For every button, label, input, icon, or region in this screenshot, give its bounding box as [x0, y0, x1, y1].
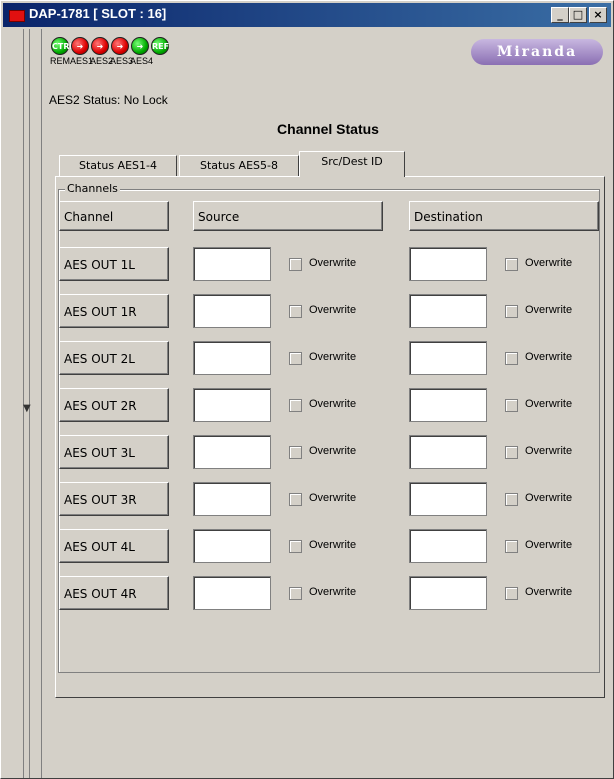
left-edge	[1, 29, 20, 778]
app-window: DAP-1781 [ SLOT : 16] _ □ × ▼ CTRL REM ➜ AE…	[0, 0, 614, 779]
destination-input[interactable]	[409, 435, 487, 469]
source-overwrite-checkbox[interactable]	[289, 493, 302, 506]
destination-input[interactable]	[409, 482, 487, 516]
source-overwrite-label: Overwrite	[309, 398, 357, 410]
source-input[interactable]	[193, 247, 271, 281]
channel-row-button[interactable]: AES OUT 1R	[59, 294, 169, 328]
channel-header-button[interactable]: Channel	[59, 201, 169, 231]
destination-input[interactable]	[409, 529, 487, 563]
channel-row-button[interactable]: AES OUT 4L	[59, 529, 169, 563]
source-overwrite-label: Overwrite	[309, 492, 357, 504]
status-led-1: ➜	[71, 37, 89, 55]
tab-panel: Channels Channel Source Destination AES …	[55, 176, 605, 698]
status-led-3: ➜	[111, 37, 129, 55]
destination-overwrite-checkbox[interactable]	[505, 258, 518, 271]
destination-overwrite-label: Overwrite	[525, 351, 573, 363]
destination-input[interactable]	[409, 294, 487, 328]
source-input[interactable]	[193, 435, 271, 469]
destination-input[interactable]	[409, 247, 487, 281]
maximize-button[interactable]: □	[569, 7, 587, 23]
source-input[interactable]	[193, 341, 271, 375]
destination-overwrite-label: Overwrite	[525, 539, 573, 551]
source-overwrite-label: Overwrite	[309, 257, 357, 269]
source-overwrite-checkbox[interactable]	[289, 587, 302, 600]
channel-row-button[interactable]: AES OUT 3L	[59, 435, 169, 469]
tab-status-aes5-8[interactable]: Status AES5-8	[179, 155, 299, 176]
source-input[interactable]	[193, 294, 271, 328]
channel-row-button[interactable]: AES OUT 2R	[59, 388, 169, 422]
source-overwrite-label: Overwrite	[309, 539, 357, 551]
destination-overwrite-label: Overwrite	[525, 586, 573, 598]
tab-status-aes1-4[interactable]: Status AES1-4	[59, 155, 177, 176]
destination-overwrite-checkbox[interactable]	[505, 493, 518, 506]
channels-group: Channels Channel Source Destination AES …	[58, 182, 600, 673]
destination-overwrite-label: Overwrite	[525, 257, 573, 269]
source-overwrite-checkbox[interactable]	[289, 399, 302, 412]
source-input[interactable]	[193, 388, 271, 422]
led-label: REM	[50, 56, 70, 66]
miranda-logo: Miranda	[471, 39, 603, 65]
app-icon	[9, 10, 25, 22]
status-led-5: REF	[151, 37, 169, 55]
source-overwrite-checkbox[interactable]	[289, 305, 302, 318]
source-input[interactable]	[193, 576, 271, 610]
channel-row-button[interactable]: AES OUT 4R	[59, 576, 169, 610]
destination-overwrite-checkbox[interactable]	[505, 587, 518, 600]
source-overwrite-checkbox[interactable]	[289, 352, 302, 365]
destination-overwrite-checkbox[interactable]	[505, 446, 518, 459]
source-overwrite-checkbox[interactable]	[289, 540, 302, 553]
collapse-arrow-icon[interactable]: ▼	[23, 403, 31, 414]
destination-overwrite-checkbox[interactable]	[505, 399, 518, 412]
source-input[interactable]	[193, 482, 271, 516]
destination-overwrite-label: Overwrite	[525, 304, 573, 316]
minimize-button[interactable]: _	[551, 7, 569, 23]
source-input[interactable]	[193, 529, 271, 563]
destination-overwrite-checkbox[interactable]	[505, 540, 518, 553]
destination-input[interactable]	[409, 341, 487, 375]
destination-input[interactable]	[409, 576, 487, 610]
channel-row-button[interactable]: AES OUT 1L	[59, 247, 169, 281]
tab-src-dest-id[interactable]: Src/Dest ID	[299, 151, 405, 177]
main-content: CTRL REM ➜ AES1 ➜ AES2 ➜ AES3 ➜ AES4 REF Miranda A…	[45, 29, 611, 778]
aes-status-text: AES2 Status: No Lock	[49, 93, 168, 107]
source-overwrite-checkbox[interactable]	[289, 446, 302, 459]
led-label: AES4	[130, 56, 154, 66]
source-header-button[interactable]: Source	[193, 201, 383, 231]
destination-overwrite-checkbox[interactable]	[505, 305, 518, 318]
group-legend: Channels	[65, 182, 120, 195]
section-title: Channel Status	[277, 121, 379, 137]
destination-overwrite-label: Overwrite	[525, 398, 573, 410]
destination-header-button[interactable]: Destination	[409, 201, 599, 231]
destination-overwrite-checkbox[interactable]	[505, 352, 518, 365]
source-overwrite-label: Overwrite	[309, 351, 357, 363]
destination-overwrite-label: Overwrite	[525, 492, 573, 504]
status-led-0: CTRL	[51, 37, 75, 55]
source-overwrite-checkbox[interactable]	[289, 258, 302, 271]
destination-overwrite-label: Overwrite	[525, 445, 573, 457]
status-led-4: ➜	[131, 37, 149, 55]
status-led-2: ➜	[91, 37, 109, 55]
source-overwrite-label: Overwrite	[309, 445, 357, 457]
channel-row-button[interactable]: AES OUT 2L	[59, 341, 169, 375]
channel-row-button[interactable]: AES OUT 3R	[59, 482, 169, 516]
title-bar[interactable]: DAP-1781 [ SLOT : 16] _ □ ×	[3, 3, 611, 27]
destination-input[interactable]	[409, 388, 487, 422]
window-title: DAP-1781 [ SLOT : 16]	[29, 6, 167, 21]
close-button[interactable]: ×	[589, 7, 607, 23]
source-overwrite-label: Overwrite	[309, 586, 357, 598]
source-overwrite-label: Overwrite	[309, 304, 357, 316]
